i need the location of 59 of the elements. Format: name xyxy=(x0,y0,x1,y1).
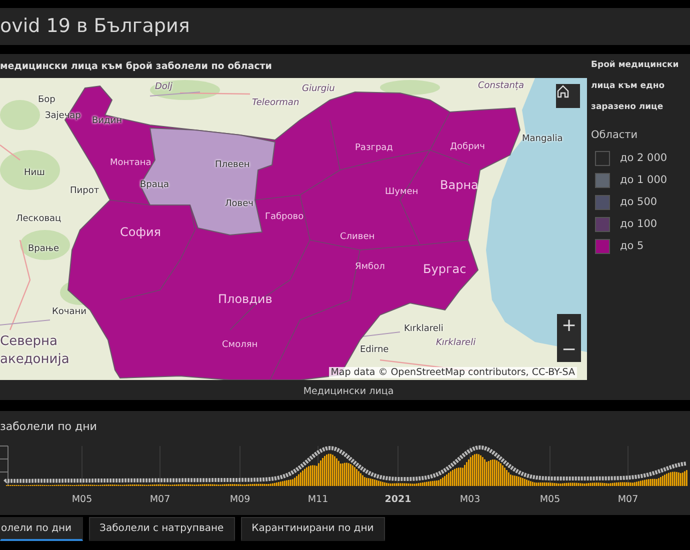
map-label: Пирот xyxy=(70,186,100,197)
map-label: Враца xyxy=(140,180,170,191)
legend-label: до 2 000 xyxy=(620,152,668,164)
map-label: Врање xyxy=(28,244,60,255)
legend-label: до 1 000 xyxy=(620,174,668,186)
axis-label: M03 xyxy=(460,494,480,505)
map-label: Mangalia xyxy=(522,134,563,145)
map-label: Бургас xyxy=(423,262,466,276)
map-label: Кочани xyxy=(52,307,86,318)
map-attribution: Map data © OpenStreetMap contributors, CC-BY-SA xyxy=(328,367,577,378)
axis-label: M07 xyxy=(618,494,638,505)
map-label: Смолян xyxy=(222,340,258,351)
map-label: Бор xyxy=(38,95,56,106)
map-label: Kırklareli xyxy=(436,338,476,349)
map-label: Плевен xyxy=(215,160,250,171)
map-label: Габрово xyxy=(265,212,304,223)
axis-label: M09 xyxy=(230,494,250,505)
map-label: Giurgiu xyxy=(302,84,335,95)
map-label: Шумен xyxy=(385,187,418,198)
map-label: Добрич xyxy=(450,142,485,153)
home-icon xyxy=(556,84,570,98)
map-label: София xyxy=(120,225,161,240)
map-label: Ловеч xyxy=(225,199,254,210)
map-label: Монтана xyxy=(110,158,152,169)
legend-title: заразено лице xyxy=(591,101,664,114)
map-label: Constanța xyxy=(478,81,524,92)
legend-label: до 5 xyxy=(620,240,644,252)
legend-label: до 100 xyxy=(620,218,658,230)
map-label: Видин xyxy=(92,116,122,127)
home-button[interactable] xyxy=(556,84,580,108)
legend-title: Брой медицински xyxy=(591,59,680,72)
map-label: Пловдив xyxy=(218,292,272,306)
legend-label: до 500 xyxy=(620,196,658,208)
dashboard-title: ovid 19 в България xyxy=(0,14,190,39)
map-label: Ямбол xyxy=(355,262,385,273)
axis-label: 2021 xyxy=(384,494,412,505)
axis-label: M05 xyxy=(540,494,560,505)
map-label: Kırklareli xyxy=(404,324,444,335)
map-label: Teleorman xyxy=(252,98,300,109)
legend-subtitle: Области xyxy=(591,129,639,141)
map-label: Лесковац xyxy=(16,214,62,225)
map-label: Разград xyxy=(355,143,393,154)
legend-title: лица към едно xyxy=(591,80,666,93)
axis-label: M07 xyxy=(150,494,170,505)
map-label: акедонија xyxy=(0,352,70,368)
map-label: Dolj xyxy=(155,82,172,93)
map-label: Ниш xyxy=(24,168,45,179)
map-label: Сливен xyxy=(340,232,375,243)
chart-tab[interactable]: Карантинирани по дни xyxy=(240,517,385,541)
chart-title: заболели по дни xyxy=(0,420,98,435)
map-label: Варна xyxy=(440,178,478,192)
map-label: Северна xyxy=(0,334,58,350)
chart-tab[interactable]: Заболели с натрупване xyxy=(88,517,235,541)
chart-tab[interactable]: олели по дни xyxy=(0,517,83,541)
map-title: медицински лица към брой заболели по области xyxy=(0,60,272,74)
map-label: Edirne xyxy=(360,345,389,356)
axis-label: M05 xyxy=(72,494,92,505)
axis-label: M11 xyxy=(308,494,328,505)
map-caption: Медицински лица xyxy=(303,386,394,397)
